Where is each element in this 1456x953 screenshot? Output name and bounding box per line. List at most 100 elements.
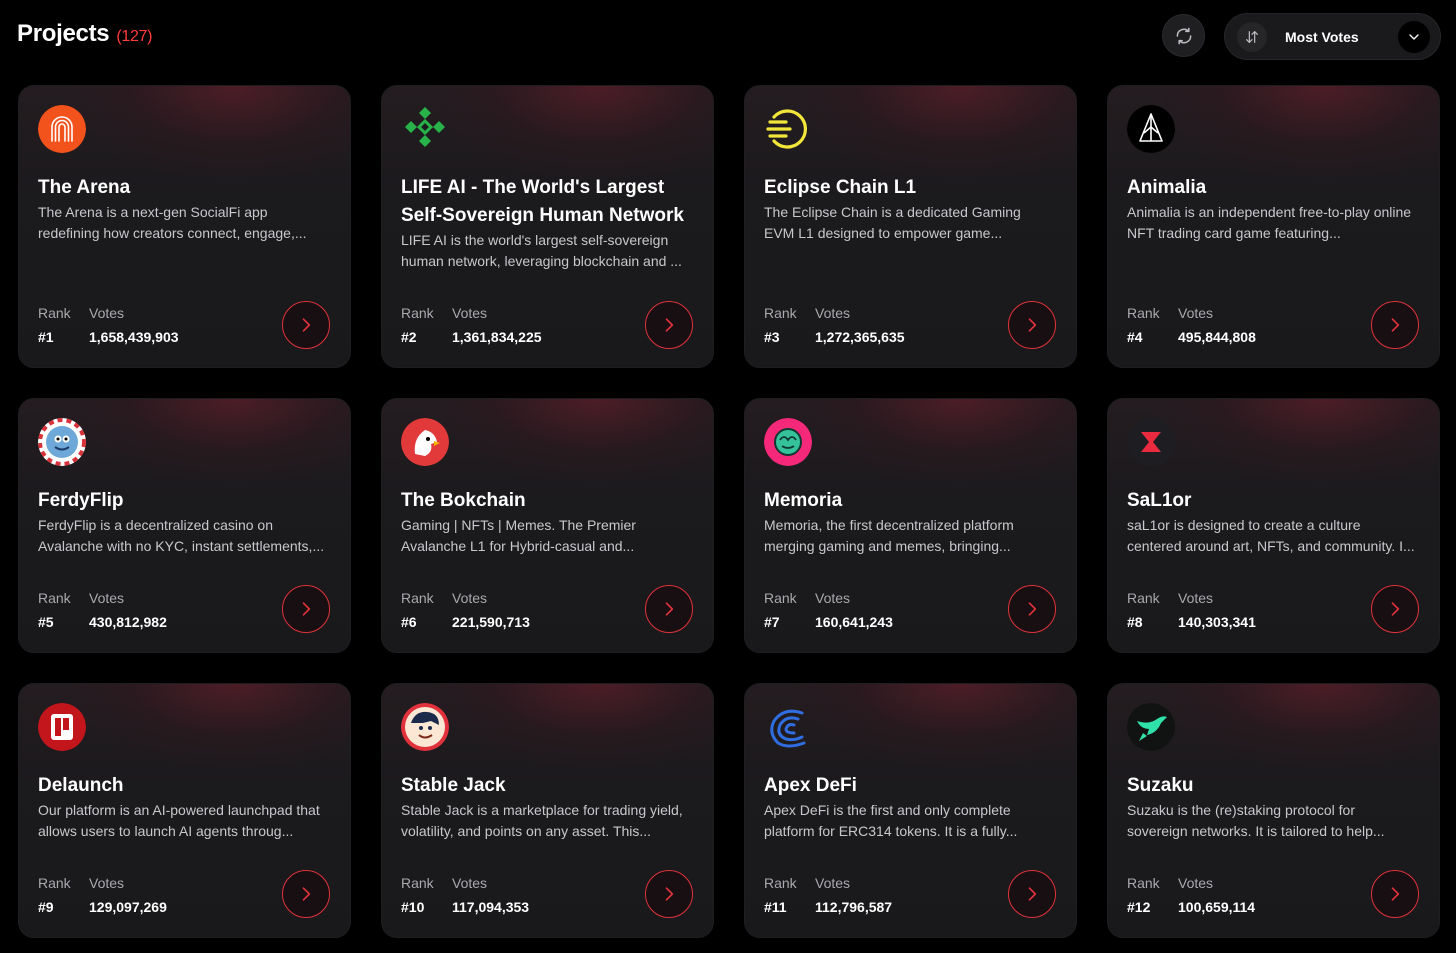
rank-value: #2	[401, 329, 417, 345]
project-card-delaunch[interactable]: Delaunch Our platform is an AI-powered l…	[18, 683, 351, 938]
apex-defi-logo-icon	[764, 703, 812, 751]
rank-value: #10	[401, 899, 425, 915]
project-card-life-ai[interactable]: LIFE AI - The World's Largest Self-Sover…	[381, 85, 714, 368]
project-name: Suzaku	[1127, 775, 1194, 796]
chevron-right-icon	[1028, 602, 1037, 616]
votes-label: Votes	[815, 590, 851, 606]
sort-icon-wrap	[1237, 21, 1267, 52]
open-project-button[interactable]	[645, 870, 693, 918]
sort-label: Most Votes	[1285, 28, 1359, 45]
open-project-button[interactable]	[1008, 301, 1056, 349]
sort-chevron-wrap[interactable]	[1398, 20, 1430, 53]
project-card-apex-defi[interactable]: Apex DeFi Apex DeFi is the first and onl…	[744, 683, 1077, 938]
open-project-button[interactable]	[282, 585, 330, 633]
project-name: Delaunch	[38, 775, 124, 796]
rank-value: #7	[764, 614, 780, 630]
rank-label: Rank	[1127, 590, 1160, 606]
rank-value: #6	[401, 614, 417, 630]
project-description: The Eclipse Chain is a dedicated Gaming …	[764, 204, 1021, 241]
project-description: saL1or is designed to create a culture c…	[1127, 517, 1415, 554]
sal1or-logo-icon	[1127, 418, 1175, 466]
rank-label: Rank	[401, 590, 434, 606]
open-project-button[interactable]	[645, 301, 693, 349]
rank-label: Rank	[38, 875, 71, 891]
project-description: Memoria, the first decentralized platfor…	[764, 517, 1014, 554]
rank-label: Rank	[38, 590, 71, 606]
open-project-button[interactable]	[1371, 870, 1419, 918]
chevron-right-icon	[302, 602, 311, 616]
refresh-button[interactable]	[1162, 14, 1205, 57]
votes-label: Votes	[452, 875, 488, 891]
open-project-button[interactable]	[645, 585, 693, 633]
votes-value: 129,097,269	[89, 899, 167, 915]
votes-value: 140,303,341	[1178, 614, 1256, 630]
votes-value: 1,361,834,225	[452, 329, 542, 345]
project-card-ferdyflip[interactable]: FerdyFlip FerdyFlip is a decentralized c…	[18, 398, 351, 653]
animalia-logo-icon	[1127, 105, 1175, 153]
votes-value: 100,659,114	[1178, 899, 1256, 915]
project-card-eclipse-chain[interactable]: Eclipse Chain L1 The Eclipse Chain is a …	[744, 85, 1077, 368]
rank-value: #3	[764, 329, 780, 345]
project-card-the-arena[interactable]: The Arena The Arena is a next-gen Social…	[18, 85, 351, 368]
rank-label: Rank	[401, 305, 434, 321]
ferdyflip-logo-icon	[38, 418, 86, 466]
votes-label: Votes	[1178, 875, 1214, 891]
open-project-button[interactable]	[1371, 301, 1419, 349]
stable-jack-logo-icon	[401, 703, 449, 751]
chevron-right-icon	[302, 887, 311, 901]
chevron-right-icon	[1391, 318, 1400, 332]
chevron-right-icon	[302, 318, 311, 332]
arena-logo-icon	[38, 105, 86, 153]
votes-value: 495,844,808	[1178, 329, 1256, 345]
project-description: Apex DeFi is the first and only complete…	[764, 802, 1018, 839]
project-name: Memoria	[764, 490, 843, 511]
project-card-suzaku[interactable]: Suzaku Suzaku is the (re)staking protoco…	[1107, 683, 1440, 938]
votes-label: Votes	[89, 590, 125, 606]
rank-label: Rank	[764, 875, 797, 891]
project-name: Apex DeFi	[764, 775, 857, 796]
project-description: Gaming | NFTs | Memes. The Premier Avala…	[401, 517, 636, 554]
rank-label: Rank	[764, 305, 797, 321]
project-card-the-bokchain[interactable]: The Bokchain Gaming | NFTs | Memes. The …	[381, 398, 714, 653]
memoria-logo-icon	[764, 418, 812, 466]
project-name: FerdyFlip	[38, 490, 124, 511]
votes-label: Votes	[452, 590, 488, 606]
project-name: LIFE AI - The World's Largest Self-Sover…	[401, 177, 684, 226]
project-count: (127)	[116, 28, 153, 45]
rank-label: Rank	[764, 590, 797, 606]
rank-label: Rank	[38, 305, 71, 321]
votes-label: Votes	[89, 305, 125, 321]
project-card-sal1or[interactable]: SaL1or saL1or is designed to create a cu…	[1107, 398, 1440, 653]
sort-dropdown[interactable]: Most Votes	[1224, 13, 1441, 60]
page-header: Projects (127) Most Votes	[0, 0, 1456, 72]
project-card-stable-jack[interactable]: Stable Jack Stable Jack is a marketplace…	[381, 683, 714, 938]
chevron-right-icon	[665, 887, 674, 901]
votes-label: Votes	[815, 875, 851, 891]
rank-label: Rank	[401, 875, 434, 891]
sort-arrows-icon	[1246, 30, 1258, 43]
project-description: LIFE AI is the world's largest self-sove…	[401, 232, 682, 269]
chevron-down-icon	[1409, 33, 1419, 40]
project-card-memoria[interactable]: Memoria Memoria, the first decentralized…	[744, 398, 1077, 653]
votes-label: Votes	[89, 875, 125, 891]
rank-value: #4	[1127, 329, 1143, 345]
chevron-right-icon	[665, 602, 674, 616]
page-title-text: Projects	[17, 20, 110, 47]
rank-value: #11	[764, 899, 787, 915]
chevron-right-icon	[1391, 887, 1400, 901]
refresh-icon	[1176, 27, 1191, 44]
open-project-button[interactable]	[1371, 585, 1419, 633]
project-card-animalia[interactable]: Animalia Animalia is an independent free…	[1107, 85, 1440, 368]
open-project-button[interactable]	[282, 301, 330, 349]
votes-value: 1,658,439,903	[89, 329, 179, 345]
project-name: Eclipse Chain L1	[764, 177, 917, 198]
open-project-button[interactable]	[1008, 585, 1056, 633]
open-project-button[interactable]	[1008, 870, 1056, 918]
rank-value: #8	[1127, 614, 1143, 630]
rank-value: #1	[38, 329, 54, 345]
project-name: The Arena	[38, 177, 131, 198]
project-name: Animalia	[1127, 177, 1207, 198]
rank-value: #9	[38, 899, 54, 915]
open-project-button[interactable]	[282, 870, 330, 918]
votes-value: 117,094,353	[452, 899, 530, 915]
